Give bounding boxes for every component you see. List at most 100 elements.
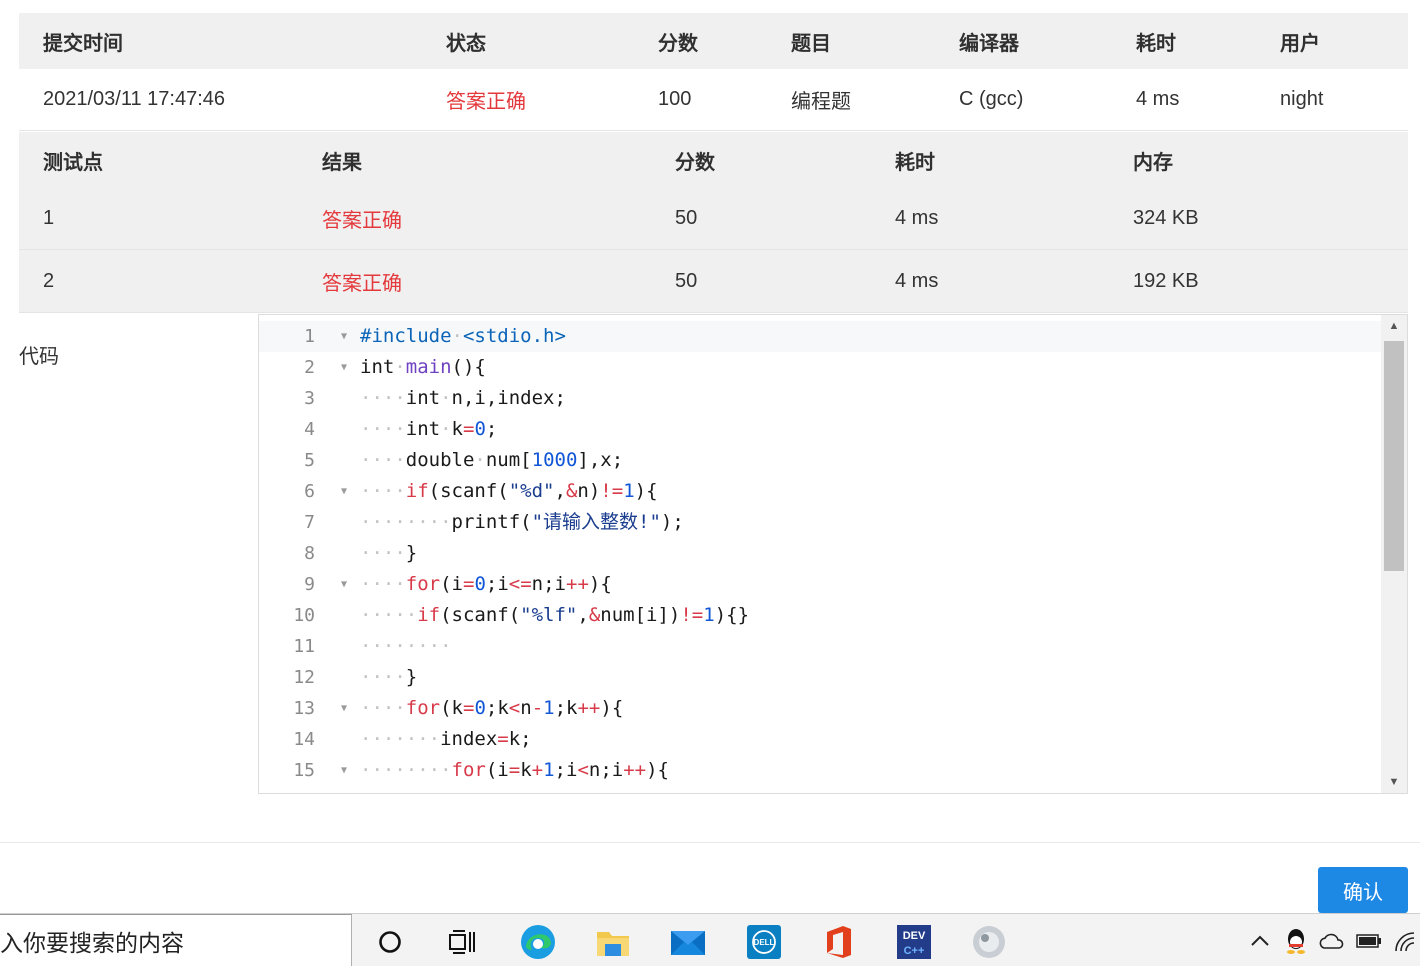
scroll-up-icon[interactable]: ▲: [1381, 315, 1407, 337]
header-result: 结果: [322, 151, 362, 174]
dev-cpp-icon[interactable]: DEV C++: [896, 924, 932, 960]
header-problem: 题目: [791, 32, 831, 55]
code-text: ····for(i=0;i<=n;i++){: [360, 573, 612, 595]
time-used: 4 ms: [1136, 88, 1180, 110]
code-text: ····}: [360, 542, 418, 564]
submit-time: 2021/03/11 17:47:46: [43, 88, 226, 110]
footer-divider: [0, 842, 1420, 843]
code-text: ····}: [360, 666, 418, 688]
testcase-memory: 324 KB: [1133, 207, 1199, 229]
testcase-header-row: 测试点 结果 分数 耗时 内存: [19, 132, 1408, 188]
code-line[interactable]: 6 ▼ ····if(scanf("%d",&n)!=1){: [259, 476, 1381, 507]
code-text: int·main(){: [360, 356, 486, 378]
testcase-id: 1: [43, 207, 55, 229]
line-number: 8: [304, 543, 315, 564]
line-number: 10: [293, 605, 315, 626]
confirm-button[interactable]: 确认: [1318, 867, 1408, 913]
chevron-up-icon[interactable]: [1248, 928, 1272, 954]
line-number: 9: [304, 574, 315, 595]
svg-text:C++: C++: [904, 945, 925, 957]
header-compiler: 编译器: [959, 32, 1019, 55]
qq-icon[interactable]: [1283, 928, 1309, 954]
fold-toggle-icon[interactable]: ▼: [341, 321, 347, 352]
code-text: ····double·num[1000],x;: [360, 449, 624, 471]
code-text: ·····if(scanf("%lf",&num[i])!=1){}: [360, 604, 750, 626]
line-number: 11: [293, 636, 315, 657]
code-text: ········: [360, 635, 452, 657]
line-number: 14: [293, 729, 315, 750]
header-user: 用户: [1280, 32, 1320, 55]
dell-icon[interactable]: DELL: [746, 924, 782, 960]
line-number: 1: [304, 326, 315, 347]
fold-toggle-icon[interactable]: ▼: [341, 693, 347, 724]
code-line[interactable]: 7 ········printf("请输入整数!");: [259, 507, 1381, 538]
office-icon[interactable]: [821, 924, 857, 960]
header-test-score: 分数: [675, 151, 715, 174]
testcase-result: 答案正确: [322, 272, 402, 295]
code-line[interactable]: 13 ▼ ····for(k=0;k<n-1;k++){: [259, 693, 1381, 724]
header-time: 耗时: [1136, 32, 1176, 55]
line-number: 4: [304, 419, 315, 440]
score: 100: [658, 88, 692, 110]
app-icon[interactable]: [971, 924, 1007, 960]
code-line[interactable]: 9 ▼ ····for(i=0;i<=n;i++){: [259, 569, 1381, 600]
code-line[interactable]: 10 ·····if(scanf("%lf",&num[i])!=1){}: [259, 600, 1381, 631]
testcase-time: 4 ms: [895, 207, 939, 229]
mail-icon[interactable]: [670, 924, 706, 960]
code-line[interactable]: 11 ········: [259, 631, 1381, 662]
editor-scrollbar[interactable]: ▲ ▼: [1381, 315, 1407, 793]
fold-toggle-icon[interactable]: ▼: [341, 755, 347, 786]
onedrive-icon[interactable]: [1318, 928, 1346, 954]
line-number: 7: [304, 512, 315, 533]
code-line[interactable]: 5 ····double·num[1000],x;: [259, 445, 1381, 476]
line-number: 3: [304, 388, 315, 409]
code-line[interactable]: 12 ····}: [259, 662, 1381, 693]
line-number: 5: [304, 450, 315, 471]
cortana-icon[interactable]: [372, 924, 408, 960]
code-line[interactable]: 15 ▼ ········for(i=k+1;i<n;i++){: [259, 755, 1381, 786]
fold-toggle-icon[interactable]: ▼: [341, 476, 347, 507]
battery-icon[interactable]: [1355, 928, 1383, 954]
wifi-icon[interactable]: [1393, 928, 1417, 954]
code-text: ····int·k=0;: [360, 418, 498, 440]
code-line[interactable]: 3 ····int·n,i,index;: [259, 383, 1381, 414]
testcase-result: 答案正确: [322, 210, 402, 232]
line-number: 15: [293, 760, 315, 781]
submission-header-row: 提交时间 状态 分数 题目 编译器 耗时 用户: [19, 13, 1408, 69]
header-testcase: 测试点: [43, 151, 103, 174]
task-view-icon[interactable]: [444, 924, 480, 960]
taskbar-search-input[interactable]: 入你要搜索的内容: [0, 914, 352, 966]
line-number: 6: [304, 481, 315, 502]
header-submit-time: 提交时间: [43, 32, 123, 55]
testcase-time: 4 ms: [895, 269, 939, 292]
code-line[interactable]: 2 ▼ int·main(){: [259, 352, 1381, 383]
table-row: 1 答案正确 50 4 ms 324 KB: [19, 188, 1408, 250]
edge-icon[interactable]: [520, 924, 556, 960]
code-text: #include·<stdio.h>: [360, 325, 566, 347]
header-memory: 内存: [1133, 151, 1173, 174]
problem: 编程题: [791, 91, 851, 113]
testcase-id: 2: [43, 269, 55, 292]
code-line[interactable]: 8 ····}: [259, 538, 1381, 569]
fold-toggle-icon[interactable]: ▼: [341, 569, 347, 600]
code-line[interactable]: 1 ▼ #include·<stdio.h>: [259, 321, 1381, 352]
scroll-down-icon[interactable]: ▼: [1381, 771, 1407, 793]
scroll-thumb[interactable]: [1384, 341, 1404, 571]
code-line[interactable]: 4 ····int·k=0;: [259, 414, 1381, 445]
code-text: ····for(k=0;k<n-1;k++){: [360, 697, 624, 719]
code-text: ·······index=k;: [360, 728, 532, 750]
code-editor[interactable]: 1 ▼ #include·<stdio.h> 2 ▼ int·main(){3 ····in…: [258, 314, 1408, 794]
fold-toggle-icon[interactable]: ▼: [341, 352, 347, 383]
compiler: C (gcc): [959, 88, 1024, 110]
header-test-time: 耗时: [895, 151, 935, 174]
code-line[interactable]: 14 ·······index=k;: [259, 724, 1381, 755]
header-status: 状态: [446, 32, 486, 55]
status-accepted: 答案正确: [446, 91, 526, 113]
code-label: 代码: [19, 346, 59, 368]
testcase-score: 50: [675, 207, 698, 229]
file-explorer-icon[interactable]: [595, 924, 631, 960]
code-text: ····if(scanf("%d",&n)!=1){: [360, 480, 658, 502]
submission-row: 2021/03/11 17:47:46 答案正确 100 编程题 C (gcc)…: [19, 69, 1408, 131]
header-score: 分数: [658, 32, 698, 55]
line-number: 13: [293, 698, 315, 719]
